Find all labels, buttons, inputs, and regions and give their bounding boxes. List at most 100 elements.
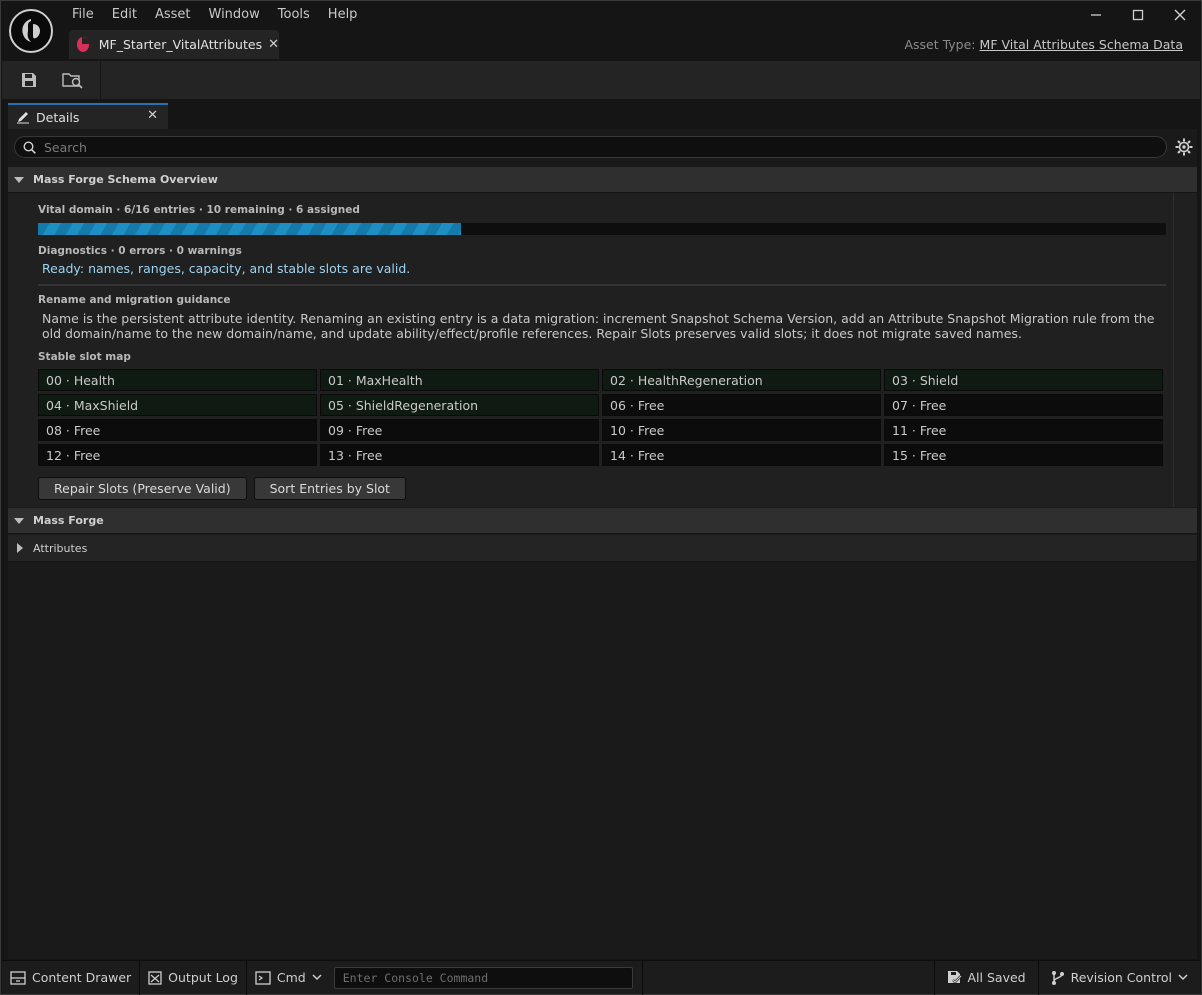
toolbar-separator	[100, 61, 101, 99]
slot-free: 13 · Free	[320, 444, 599, 466]
all-saved-button[interactable]: All Saved	[935, 961, 1038, 995]
branch-icon	[1051, 970, 1065, 985]
close-window-button[interactable]	[1159, 1, 1201, 29]
section-divider	[38, 284, 1166, 286]
menu-help[interactable]: Help	[319, 1, 367, 29]
guidance-text: Name is the persistent attribute identit…	[42, 311, 1155, 341]
search-icon	[23, 140, 36, 154]
search-row	[8, 129, 1197, 165]
menu-bar: File Edit Asset Window Tools Help	[63, 1, 366, 29]
slot-free: 08 · Free	[38, 419, 317, 441]
save-icon	[22, 73, 36, 87]
slot-assigned: 01 · MaxHealth	[320, 369, 599, 391]
slot-free: 06 · Free	[602, 394, 881, 416]
category-label: Mass Forge	[33, 514, 104, 527]
close-tab-icon[interactable]: ✕	[268, 37, 279, 52]
chevron-down-icon	[312, 974, 322, 981]
window-controls	[1075, 1, 1201, 29]
diagnostics-summary: Diagnostics · 0 errors · 0 warnings	[38, 245, 242, 257]
menu-edit[interactable]: Edit	[103, 1, 146, 29]
slot-free: 11 · Free	[884, 419, 1163, 441]
asset-tab-label: MF_Starter_VitalAttributes	[98, 37, 263, 52]
slot-free: 12 · Free	[38, 444, 317, 466]
repair-slots-button[interactable]: Repair Slots (Preserve Valid)	[38, 477, 247, 500]
maximize-button[interactable]	[1117, 1, 1159, 29]
cmd-label: Cmd	[276, 970, 306, 985]
slot-free: 09 · Free	[320, 419, 599, 441]
menu-window[interactable]: Window	[200, 1, 269, 29]
browse-folder-search-icon	[62, 73, 83, 89]
vital-domain-summary: Vital domain · 6/16 entries · 10 remaini…	[38, 204, 360, 216]
slot-free: 14 · Free	[602, 444, 881, 466]
slot-assigned: 02 · HealthRegeneration	[602, 369, 881, 391]
overview-divider	[1173, 193, 1174, 507]
output-log-icon	[148, 970, 162, 985]
title-bar: File Edit Asset Window Tools Help MF_Sta…	[1, 1, 1201, 61]
capacity-progress-fill	[38, 223, 461, 235]
attributes-label: Attributes	[33, 541, 88, 555]
maximize-icon	[1132, 9, 1144, 21]
asset-editor-tab[interactable]: MF_Starter_VitalAttributes ✕	[69, 30, 279, 59]
slot-map-heading: Stable slot map	[38, 351, 131, 363]
category-schema-overview[interactable]: Mass Forge Schema Overview	[8, 167, 1197, 193]
pencil-icon	[17, 112, 29, 124]
unreal-logo-icon[interactable]	[9, 9, 53, 53]
minimize-button[interactable]	[1075, 1, 1117, 29]
console-command-box	[333, 966, 633, 989]
panel-tab-bar: Details ✕	[2, 99, 1200, 129]
stable-slot-map: 00 · Health 01 · MaxHealth 02 · HealthRege…	[38, 369, 1166, 466]
expand-arrow-icon	[14, 517, 24, 524]
slot-assigned: 05 · ShieldRegeneration	[320, 394, 599, 416]
all-saved-label: All Saved	[967, 970, 1026, 985]
editor-window: File Edit Asset Window Tools Help MF_Sta…	[0, 0, 1202, 995]
close-details-tab-icon[interactable]: ✕	[147, 108, 158, 123]
details-panel: Mass Forge Schema Overview Vital domain …	[8, 129, 1197, 959]
sort-entries-button[interactable]: Sort Entries by Slot	[253, 477, 406, 500]
menu-tools[interactable]: Tools	[269, 1, 319, 29]
asset-type-info: Asset Type: MF Vital Attributes Schema Da…	[904, 37, 1183, 52]
data-asset-icon	[77, 37, 89, 52]
settings-gear-icon[interactable]	[1175, 138, 1193, 156]
search-box	[14, 136, 1167, 158]
capacity-progress-bar	[38, 223, 1166, 235]
slot-assigned: 03 · Shield	[884, 369, 1163, 391]
slot-assigned: 04 · MaxShield	[38, 394, 317, 416]
category-label: Mass Forge Schema Overview	[33, 173, 218, 186]
content-drawer-icon	[10, 970, 26, 985]
details-tab[interactable]: Details ✕	[8, 103, 168, 129]
output-log-label: Output Log	[168, 970, 238, 985]
content-drawer-button[interactable]: Content Drawer	[2, 961, 139, 995]
content-drawer-label: Content Drawer	[32, 970, 132, 985]
expand-arrow-icon	[14, 176, 24, 183]
overview-actions: Repair Slots (Preserve Valid) Sort Entri…	[38, 477, 406, 500]
ready-status-text: Ready: names, ranges, capacity, and stab…	[42, 261, 411, 276]
menu-asset[interactable]: Asset	[146, 1, 200, 29]
toolbar	[2, 61, 1200, 99]
minimize-icon	[1091, 14, 1101, 16]
category-mass-forge[interactable]: Mass Forge	[8, 508, 1197, 534]
search-input[interactable]	[44, 139, 1044, 155]
asset-type-link[interactable]: MF Vital Attributes Schema Data	[980, 37, 1183, 52]
slot-free: 07 · Free	[884, 394, 1163, 416]
revision-control-button[interactable]: Revision Control	[1039, 961, 1200, 995]
guidance-heading: Rename and migration guidance	[38, 294, 231, 306]
details-tab-label: Details	[36, 109, 80, 125]
slot-free: 10 · Free	[602, 419, 881, 441]
slot-free: 15 · Free	[884, 444, 1163, 466]
save-button[interactable]	[12, 65, 46, 95]
console-icon	[255, 970, 271, 985]
attributes-row[interactable]: Attributes	[8, 535, 1197, 562]
menu-file[interactable]: File	[63, 1, 103, 29]
save-status-icon	[947, 970, 962, 985]
cmd-selector[interactable]: Cmd	[247, 961, 330, 995]
schema-overview-content: Vital domain · 6/16 entries · 10 remaini…	[8, 193, 1197, 507]
statusbar-separator	[641, 960, 643, 995]
close-icon	[1174, 9, 1186, 21]
status-bar: Content Drawer Output Log Cmd All	[2, 960, 1200, 995]
asset-type-label: Asset Type:	[904, 37, 976, 52]
slot-assigned: 00 · Health	[38, 369, 317, 391]
output-log-button[interactable]: Output Log	[140, 961, 246, 995]
revision-control-label: Revision Control	[1070, 970, 1172, 985]
console-command-input[interactable]	[342, 970, 623, 985]
browse-to-asset-button[interactable]	[56, 65, 90, 95]
